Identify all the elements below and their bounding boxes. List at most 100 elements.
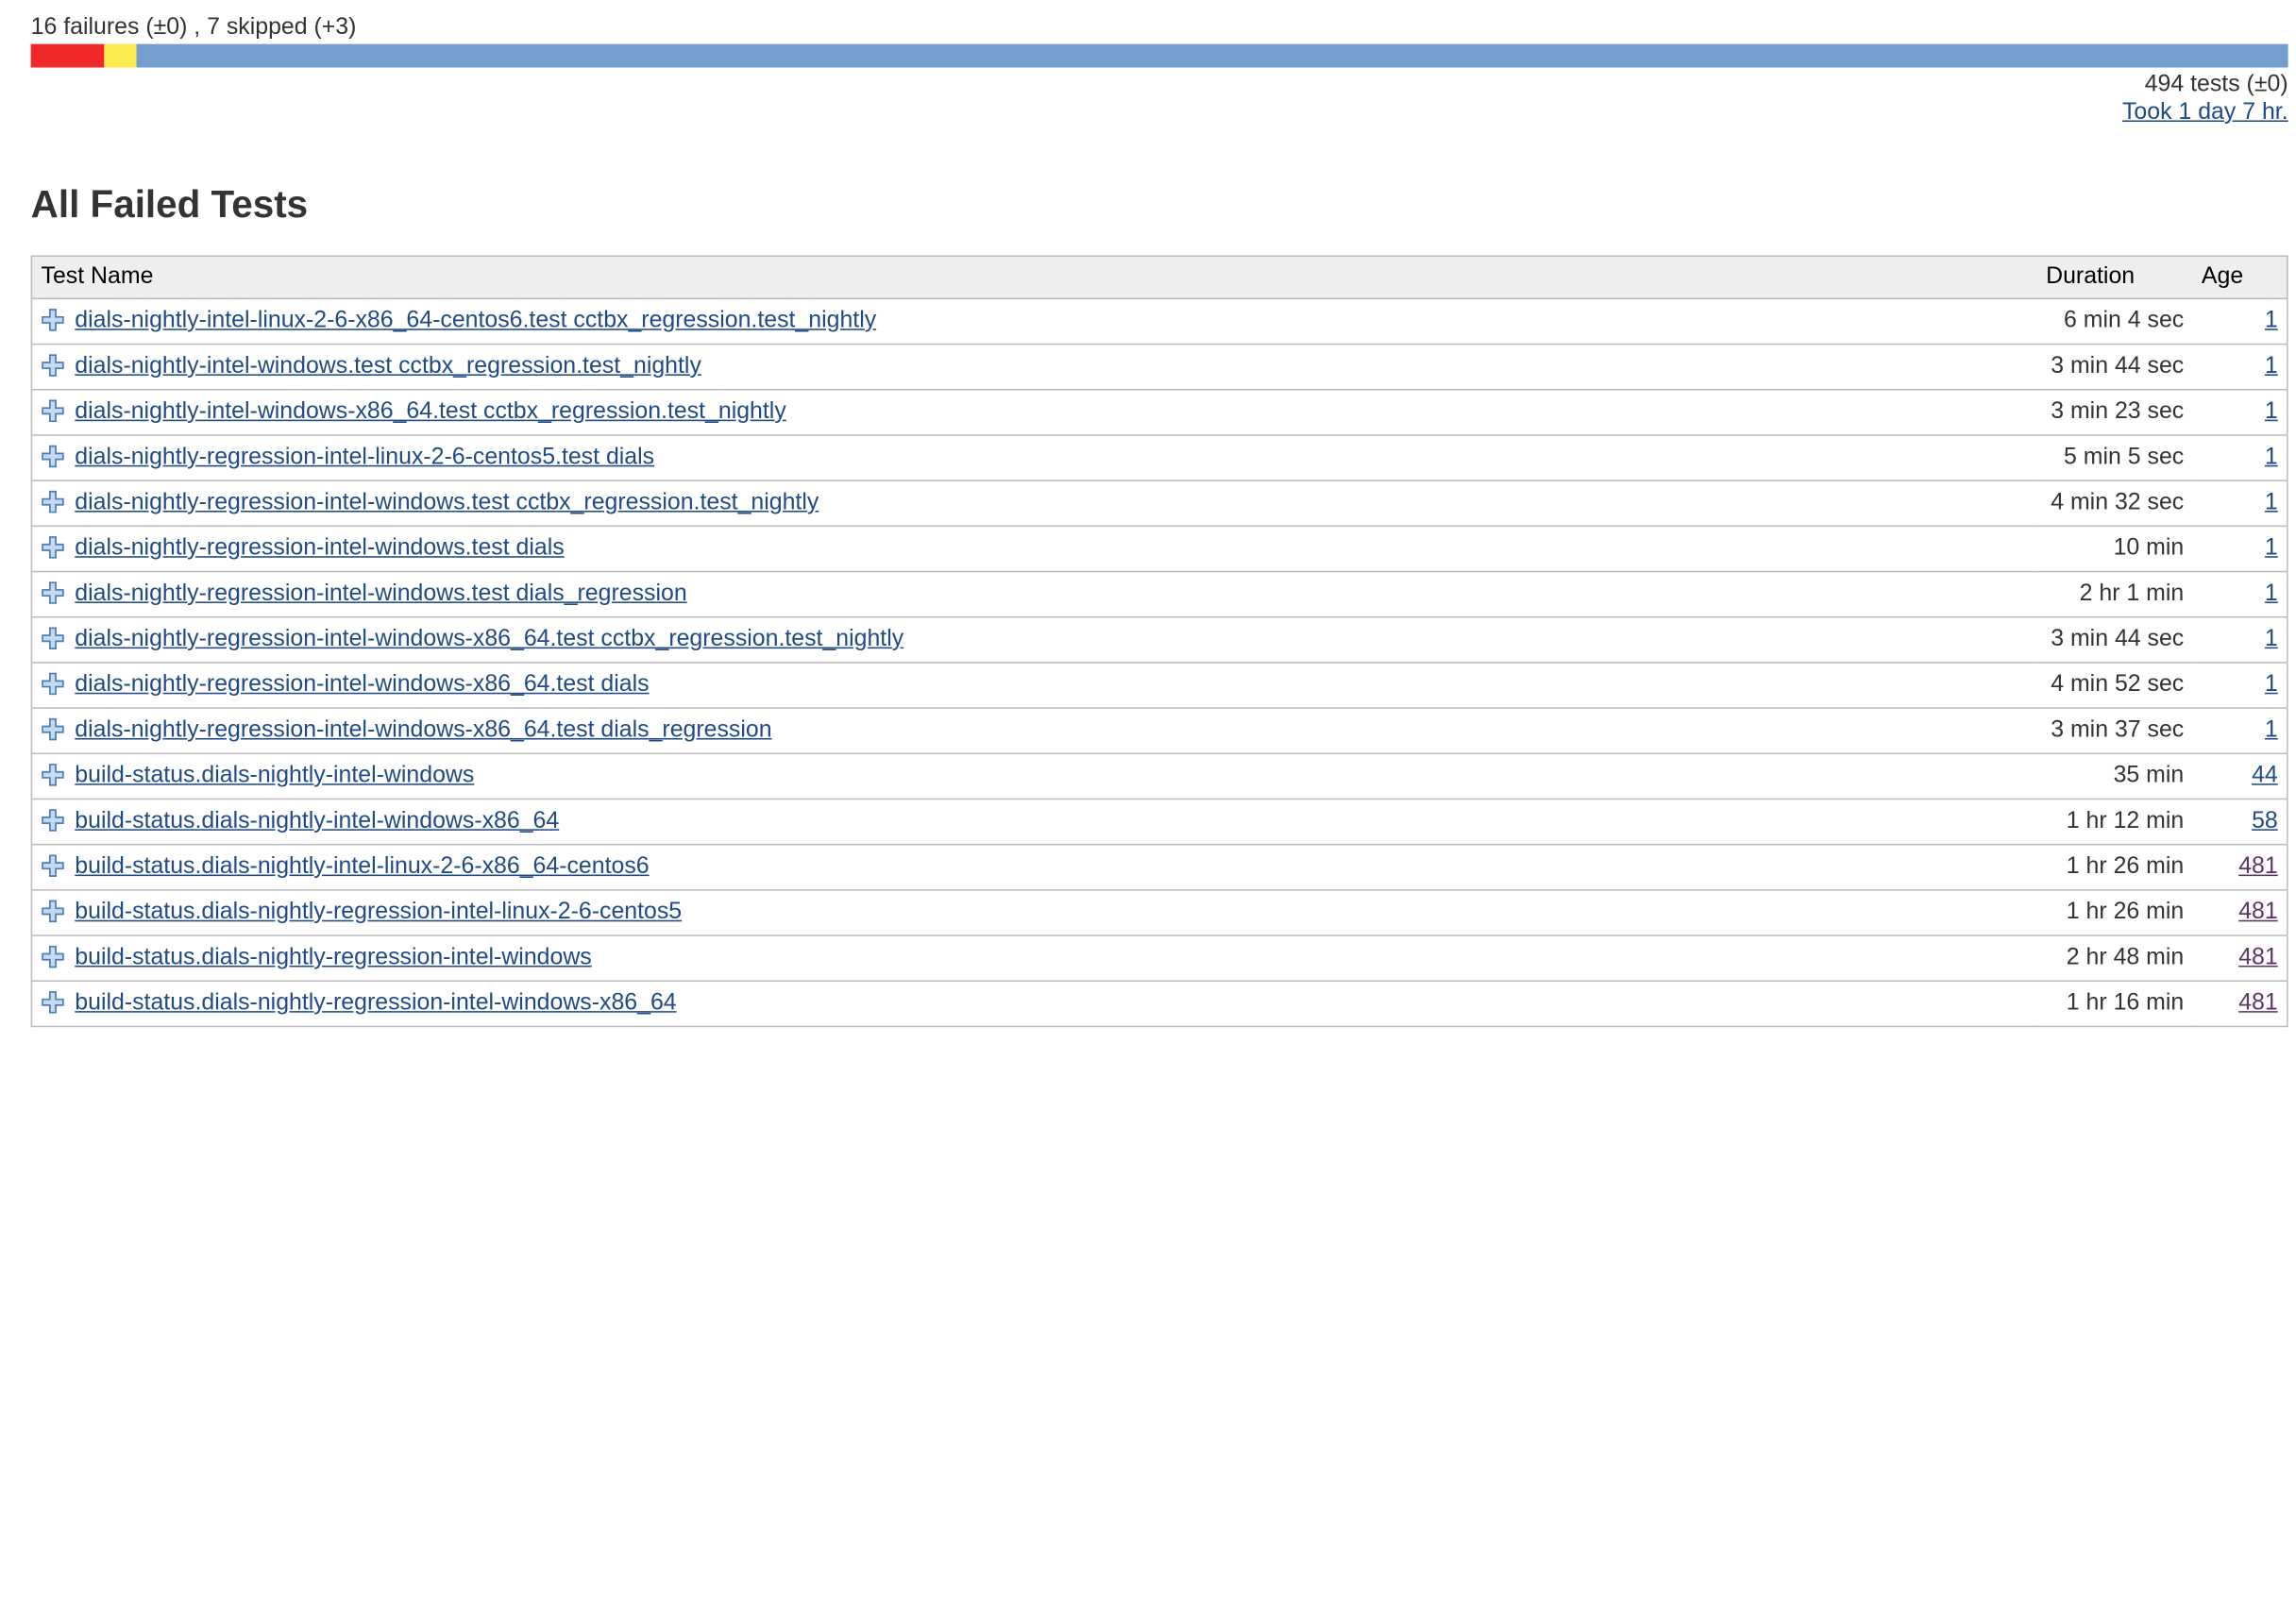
plus-icon[interactable] [42, 809, 65, 833]
duration-cell: 1 hr 12 min [2036, 798, 2193, 845]
duration-cell: 1 hr 16 min [2036, 980, 2193, 1027]
test-name-link[interactable]: dials-nightly-intel-windows.test cctbx_r… [75, 354, 701, 379]
age-link[interactable]: 481 [2238, 900, 2278, 924]
age-link[interactable]: 1 [2265, 490, 2278, 514]
age-link[interactable]: 1 [2265, 354, 2278, 379]
age-cell: 1 [2192, 662, 2288, 709]
test-name-link[interactable]: dials-nightly-intel-windows-x86_64.test … [75, 399, 785, 424]
plus-icon[interactable] [42, 490, 65, 513]
duration-cell: 3 min 37 sec [2036, 707, 2193, 754]
table-row: dials-nightly-regression-intel-windows-x… [31, 662, 2288, 709]
age-cell: 1 [2192, 297, 2288, 345]
duration-link[interactable]: Took 1 day 7 hr. [2122, 100, 2288, 125]
table-header-row: Test Name Duration Age [31, 256, 2288, 299]
test-name-cell: dials-nightly-intel-linux-2-6-x86_64-cen… [31, 297, 2037, 345]
test-name-cell: dials-nightly-regression-intel-windows-x… [31, 662, 2037, 709]
test-name-link[interactable]: build-status.dials-nightly-intel-windows [75, 763, 474, 787]
age-cell: 1 [2192, 343, 2288, 390]
test-name-link[interactable]: dials-nightly-intel-linux-2-6-x86_64-cen… [75, 308, 876, 332]
test-name-link[interactable]: build-status.dials-nightly-regression-in… [75, 945, 591, 969]
test-name-cell: dials-nightly-regression-intel-windows.t… [31, 480, 2037, 527]
header-duration[interactable]: Duration [2036, 256, 2193, 299]
duration-cell: 2 hr 1 min [2036, 570, 2193, 617]
table-row: dials-nightly-intel-windows.test cctbx_r… [31, 343, 2288, 390]
test-name-link[interactable]: dials-nightly-regression-intel-windows.t… [75, 490, 819, 514]
plus-icon[interactable] [42, 854, 65, 878]
test-name-link[interactable]: build-status.dials-nightly-intel-windows… [75, 809, 559, 833]
test-name-cell: build-status.dials-nightly-regression-in… [31, 889, 2037, 936]
age-link[interactable]: 1 [2265, 581, 2278, 606]
age-cell: 1 [2192, 570, 2288, 617]
age-cell: 1 [2192, 615, 2288, 663]
page: 16 failures (±0) , 7 skipped (+3) 494 te… [0, 0, 2295, 1616]
passed-segment [136, 43, 2288, 68]
age-link[interactable]: 1 [2265, 717, 2278, 742]
duration-cell: 1 hr 26 min [2036, 889, 2193, 936]
test-name-cell: dials-nightly-regression-intel-windows-x… [31, 615, 2037, 663]
header-age[interactable]: Age [2192, 256, 2288, 299]
plus-icon[interactable] [42, 445, 65, 468]
table-row: dials-nightly-intel-linux-2-6-x86_64-cen… [31, 297, 2288, 345]
test-name-link[interactable]: dials-nightly-regression-intel-windows.t… [75, 535, 564, 560]
age-link[interactable]: 1 [2265, 308, 2278, 332]
duration-cell: 6 min 4 sec [2036, 297, 2193, 345]
plus-icon[interactable] [42, 581, 65, 605]
total-tests: 494 tests (±0) [2144, 72, 2288, 97]
table-row: dials-nightly-regression-intel-windows-x… [31, 615, 2288, 663]
plus-icon[interactable] [42, 399, 65, 423]
test-name-cell: dials-nightly-regression-intel-windows-x… [31, 707, 2037, 754]
failures-segment [30, 43, 105, 68]
table-row: build-status.dials-nightly-regression-in… [31, 889, 2288, 936]
test-summary: 16 failures (±0) , 7 skipped (+3) [30, 14, 357, 40]
test-name-link[interactable]: dials-nightly-regression-intel-windows-x… [75, 717, 771, 742]
test-name-cell: build-status.dials-nightly-regression-in… [31, 934, 2037, 982]
test-name-link[interactable]: dials-nightly-regression-intel-windows-x… [75, 672, 649, 697]
table-row: dials-nightly-regression-intel-linux-2-6… [31, 434, 2288, 481]
test-name-link[interactable]: build-status.dials-nightly-regression-in… [75, 990, 676, 1015]
age-link[interactable]: 44 [2252, 763, 2278, 787]
test-name-cell: build-status.dials-nightly-intel-windows… [31, 798, 2037, 845]
plus-icon[interactable] [42, 717, 65, 741]
plus-icon[interactable] [42, 900, 65, 923]
age-link[interactable]: 1 [2265, 445, 2278, 469]
header-test-name[interactable]: Test Name [31, 256, 2037, 299]
age-cell: 58 [2192, 798, 2288, 845]
plus-icon[interactable] [42, 763, 65, 786]
test-result-bar [30, 43, 2288, 68]
age-cell: 1 [2192, 707, 2288, 754]
test-name-link[interactable]: dials-nightly-regression-intel-windows-x… [75, 627, 903, 651]
duration-cell: 4 min 32 sec [2036, 480, 2193, 527]
test-name-link[interactable]: dials-nightly-regression-intel-windows.t… [75, 581, 686, 606]
test-name-cell: build-status.dials-nightly-intel-linux-2… [31, 843, 2037, 890]
plus-icon[interactable] [42, 535, 65, 559]
failed-tests-table: Test Name Duration Age dials-nightly-int… [30, 255, 2288, 1028]
plus-icon[interactable] [42, 945, 65, 968]
duration-cell: 3 min 44 sec [2036, 615, 2193, 663]
plus-icon[interactable] [42, 308, 65, 331]
table-row: build-status.dials-nightly-intel-linux-2… [31, 843, 2288, 890]
age-cell: 481 [2192, 934, 2288, 982]
age-link[interactable]: 481 [2238, 945, 2278, 969]
age-cell: 1 [2192, 525, 2288, 572]
age-cell: 44 [2192, 752, 2288, 800]
age-link[interactable]: 1 [2265, 672, 2278, 697]
duration-cell: 5 min 5 sec [2036, 434, 2193, 481]
age-cell: 1 [2192, 434, 2288, 481]
age-link[interactable]: 58 [2252, 809, 2278, 833]
test-name-cell: dials-nightly-intel-windows.test cctbx_r… [31, 343, 2037, 390]
plus-icon[interactable] [42, 354, 65, 378]
age-link[interactable]: 1 [2265, 535, 2278, 560]
test-name-link[interactable]: build-status.dials-nightly-regression-in… [75, 900, 682, 924]
age-link[interactable]: 481 [2238, 854, 2278, 879]
test-name-link[interactable]: build-status.dials-nightly-intel-linux-2… [75, 854, 649, 879]
content: 16 failures (±0) , 7 skipped (+3) 494 te… [30, 0, 2288, 1028]
test-name-cell: dials-nightly-regression-intel-windows.t… [31, 570, 2037, 617]
plus-icon[interactable] [42, 672, 65, 696]
age-link[interactable]: 1 [2265, 399, 2278, 424]
plus-icon[interactable] [42, 990, 65, 1014]
plus-icon[interactable] [42, 627, 65, 650]
table-row: dials-nightly-regression-intel-windows.t… [31, 570, 2288, 617]
age-link[interactable]: 481 [2238, 990, 2278, 1015]
test-name-link[interactable]: dials-nightly-regression-intel-linux-2-6… [75, 445, 654, 469]
age-link[interactable]: 1 [2265, 627, 2278, 651]
